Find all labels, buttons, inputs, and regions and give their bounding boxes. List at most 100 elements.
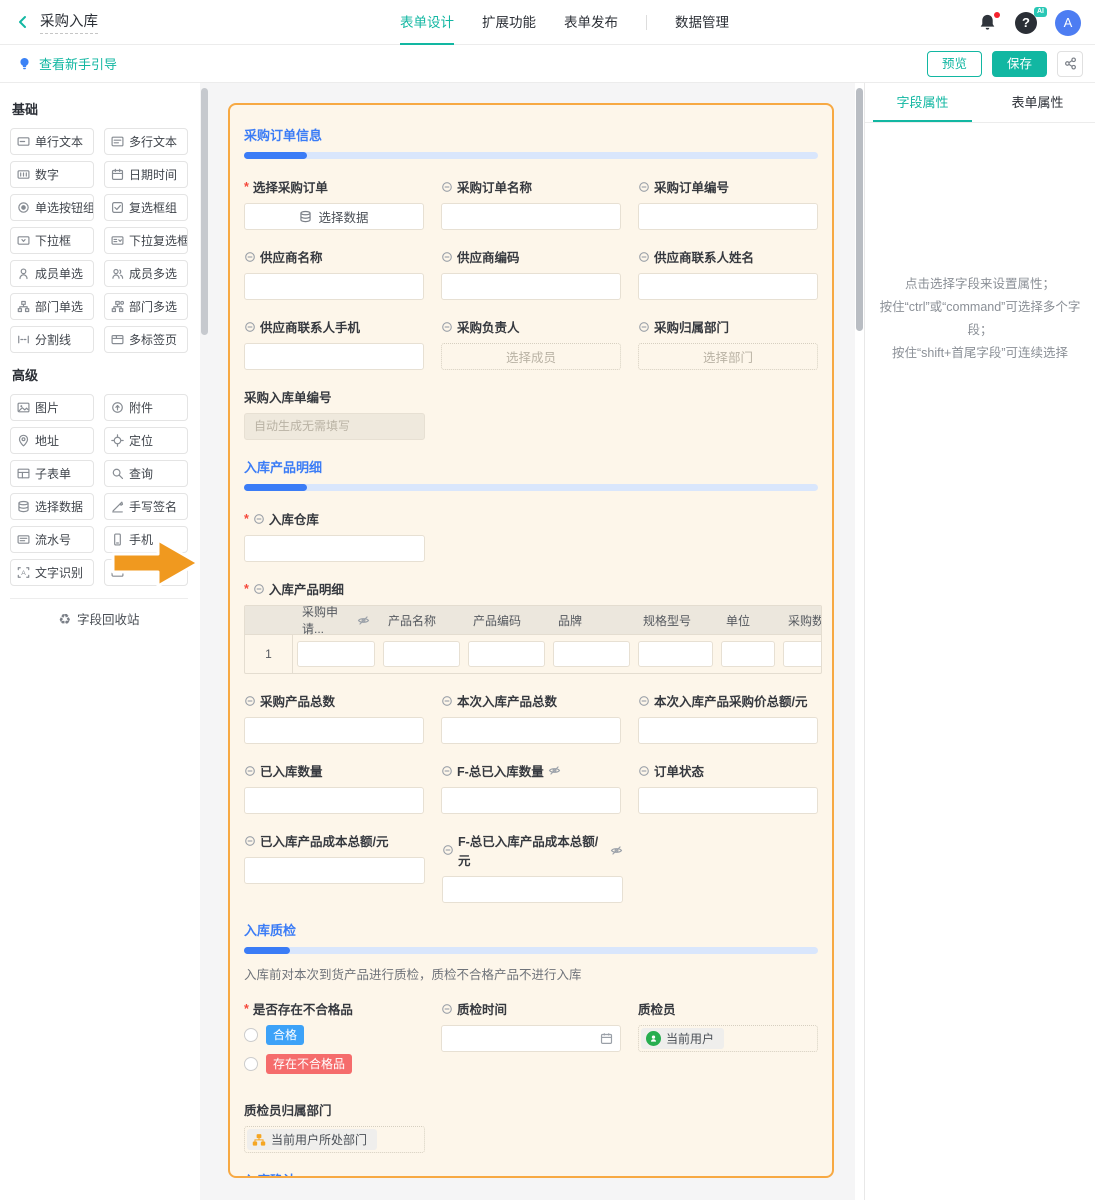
text-input[interactable] <box>638 203 818 230</box>
text-input[interactable] <box>244 273 424 300</box>
text-input[interactable] <box>244 717 424 744</box>
sidebar-item-多标签页[interactable]: 多标签页 <box>104 326 188 353</box>
sidebar-item-单行文本[interactable]: 单行文本 <box>10 128 94 155</box>
sidebar-item-手机[interactable]: 手机 <box>104 526 188 553</box>
radio-option[interactable]: 合格 <box>244 1025 424 1045</box>
avatar[interactable]: A <box>1055 9 1081 36</box>
form-field[interactable]: 采购入库单编号 自动生成无需填写 <box>244 387 425 440</box>
subform-cell-input[interactable] <box>468 641 545 667</box>
back-button[interactable] <box>16 15 30 29</box>
sidebar-item-多行文本[interactable]: 多行文本 <box>104 128 188 155</box>
dept-value-box[interactable]: 当前用户所处部门 <box>244 1126 425 1153</box>
text-input[interactable] <box>638 273 818 300</box>
form-field[interactable]: * 是否存在不合格品 合格 存在不合格品 <box>244 999 424 1083</box>
top-tab-表单设计[interactable]: 表单设计 <box>400 0 454 45</box>
radio-option[interactable]: 存在不合格品 <box>244 1054 424 1074</box>
sidebar-item-下拉复选框[interactable]: 下拉复选框 <box>104 227 188 254</box>
subform-cell-input[interactable] <box>638 641 713 667</box>
canvas-scrollbar-thumb[interactable] <box>856 88 863 331</box>
form-field[interactable]: 采购订单名称 <box>441 177 621 230</box>
picker-placeholder[interactable]: 选择部门 <box>638 343 818 370</box>
text-input[interactable] <box>244 343 424 370</box>
form-field[interactable]: 本次入库产品总数 <box>441 691 621 744</box>
tab-field-properties[interactable]: 字段属性 <box>865 83 980 122</box>
member-value-box[interactable]: 当前用户 <box>638 1025 818 1052</box>
form-field[interactable]: 质检时间 <box>441 999 621 1052</box>
form-field[interactable]: 采购负责人 选择成员 <box>441 317 621 370</box>
sidebar-item-hidden[interactable] <box>104 559 188 586</box>
sidebar-item-部门单选[interactable]: 部门单选 <box>10 293 94 320</box>
sidebar-item-复选框组[interactable]: 复选框组 <box>104 194 188 221</box>
preview-button[interactable]: 预览 <box>926 50 982 77</box>
sidebar-item-部门多选[interactable]: 部门多选 <box>104 293 188 320</box>
subform-table[interactable]: 采购申请... 产品名称 产品编码 品牌 规格型号 单位 采购数 1 <box>244 605 822 674</box>
notifications-bell-icon[interactable] <box>978 12 1000 32</box>
radio-circle[interactable] <box>244 1057 258 1071</box>
form-field[interactable]: 已入库产品成本总额/元 <box>244 831 425 884</box>
form-field[interactable]: 供应商编码 <box>441 247 621 300</box>
text-input[interactable] <box>441 203 621 230</box>
form-field[interactable]: 采购产品总数 <box>244 691 424 744</box>
sidebar-item-下拉框[interactable]: 下拉框 <box>10 227 94 254</box>
form-field[interactable]: 质检员 当前用户 <box>638 999 818 1052</box>
date-input[interactable] <box>441 1025 621 1052</box>
form-field[interactable]: 订单状态 <box>638 761 818 814</box>
form-field[interactable]: 供应商联系人手机 <box>244 317 424 370</box>
text-input[interactable] <box>441 717 621 744</box>
text-input[interactable] <box>441 787 621 814</box>
form-field[interactable]: 采购订单编号 <box>638 177 818 230</box>
sidebar-item-数字[interactable]: 数字 <box>10 161 94 188</box>
sidebar-item-定位[interactable]: 定位 <box>104 427 188 454</box>
save-button[interactable]: 保存 <box>991 50 1047 77</box>
sidebar-scrollbar-thumb[interactable] <box>200 88 208 335</box>
field-recycle-bin[interactable]: ♻ 字段回收站 <box>10 598 188 638</box>
sidebar-item-分割线[interactable]: 分割线 <box>10 326 94 353</box>
form-field[interactable]: 供应商名称 <box>244 247 424 300</box>
sidebar-item-成员单选[interactable]: 成员单选 <box>10 260 94 287</box>
form-field[interactable]: 质检员归属部门 当前用户所处部门 <box>244 1100 425 1153</box>
text-input[interactable] <box>638 717 818 744</box>
top-tab-数据管理[interactable]: 数据管理 <box>675 0 729 45</box>
newbie-guide-link[interactable]: 查看新手引导 <box>18 54 117 73</box>
form-field[interactable]: 本次入库产品采购价总额/元 <box>638 691 818 744</box>
form-field[interactable]: * 入库仓库 <box>244 509 425 562</box>
subform-cell-input[interactable] <box>553 641 630 667</box>
sidebar-item-子表单[interactable]: 子表单 <box>10 460 94 487</box>
sidebar-item-文字识别[interactable]: A 文字识别 <box>10 559 94 586</box>
form-field[interactable]: * 选择采购订单 选择数据 <box>244 177 424 230</box>
sidebar-item-流水号[interactable]: 流水号 <box>10 526 94 553</box>
form-canvas[interactable]: 采购订单信息 * 选择采购订单 选择数据 采购订单名称 采购订单编号 供应商名称 供应商编码供… <box>228 103 834 1178</box>
sidebar-item-单选按钮组[interactable]: 单选按钮组 <box>10 194 94 221</box>
text-input[interactable] <box>244 787 424 814</box>
form-field[interactable]: F-总已入库数量 <box>441 761 621 814</box>
sidebar-item-地址[interactable]: 地址 <box>10 427 94 454</box>
sidebar-item-附件[interactable]: 附件 <box>104 394 188 421</box>
picker-placeholder[interactable]: 选择成员 <box>441 343 621 370</box>
form-field[interactable]: 供应商联系人姓名 <box>638 247 818 300</box>
form-field[interactable]: 已入库数量 <box>244 761 424 814</box>
form-field[interactable]: F-总已入库产品成本总额/元 <box>442 831 623 903</box>
subform-cell-input[interactable] <box>297 641 375 667</box>
top-tab-表单发布[interactable]: 表单发布 <box>564 0 618 45</box>
help-icon[interactable]: ? AI <box>1015 6 1047 34</box>
select-data-button[interactable]: 选择数据 <box>244 203 424 230</box>
text-input[interactable] <box>244 535 425 562</box>
form-field[interactable]: * 入库产品明细 采购申请... 产品名称 产品编码 品牌 规格型号 单位 采购数 1 <box>244 579 822 674</box>
form-field[interactable]: 采购归属部门 选择部门 <box>638 317 818 370</box>
text-input[interactable] <box>638 787 818 814</box>
subform-cell-input[interactable] <box>721 641 775 667</box>
text-input[interactable] <box>442 876 623 903</box>
sidebar-item-日期时间[interactable]: 日期时间 <box>104 161 188 188</box>
radio-circle[interactable] <box>244 1028 258 1042</box>
subform-cell-input[interactable] <box>383 641 460 667</box>
tab-form-properties[interactable]: 表单属性 <box>980 83 1095 122</box>
top-tab-扩展功能[interactable]: 扩展功能 <box>482 0 536 45</box>
sidebar-item-手写签名[interactable]: 手写签名 <box>104 493 188 520</box>
sidebar-item-选择数据[interactable]: 选择数据 <box>10 493 94 520</box>
text-input[interactable] <box>244 857 425 884</box>
share-button[interactable] <box>1057 50 1083 77</box>
subform-cell-input[interactable] <box>783 641 821 667</box>
sidebar-item-查询[interactable]: 查询 <box>104 460 188 487</box>
sidebar-item-图片[interactable]: 图片 <box>10 394 94 421</box>
text-input[interactable] <box>441 273 621 300</box>
